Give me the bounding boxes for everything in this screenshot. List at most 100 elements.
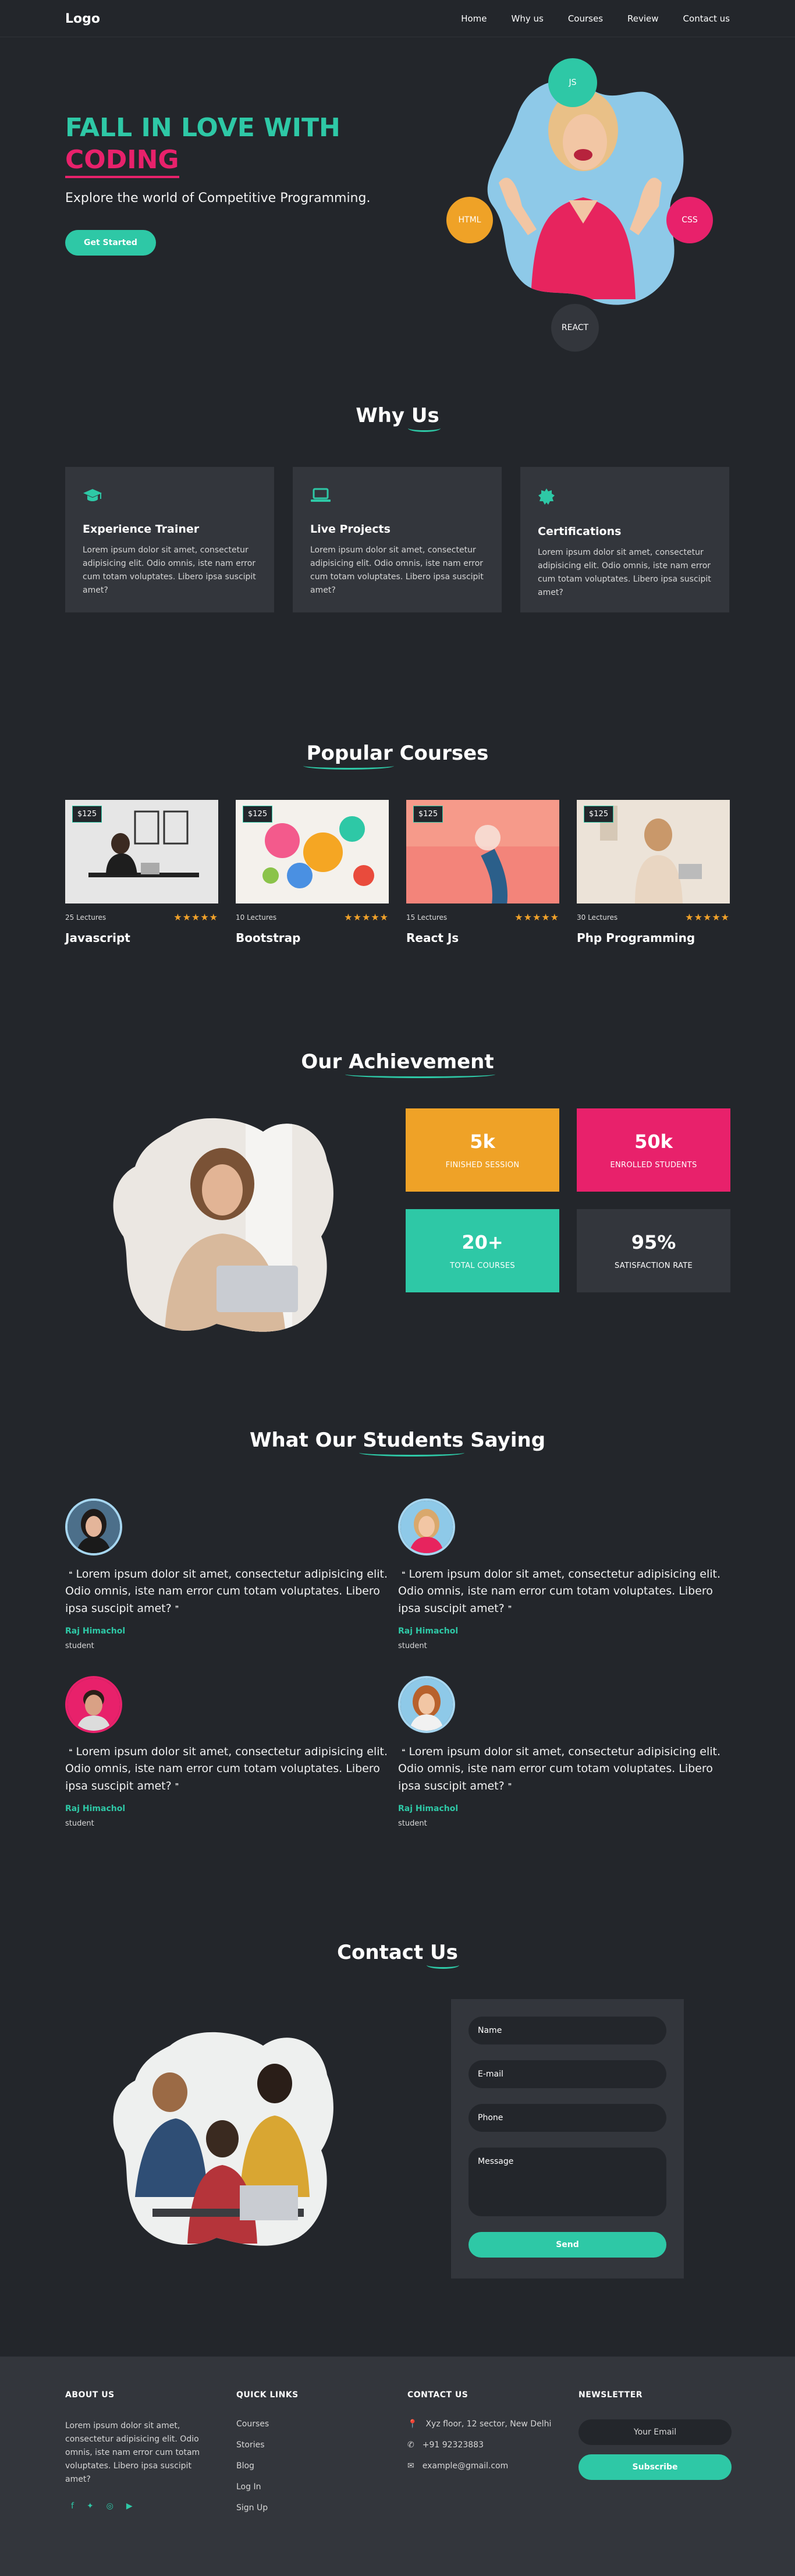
map-pin-icon: 📍 [407, 2419, 418, 2429]
hero-title: Fall in love with [65, 113, 340, 143]
quote-open-icon: ❝ [402, 1748, 406, 1756]
name-input[interactable]: Name [469, 2017, 666, 2044]
testimonial-text: ❝ Lorem ipsum dolor sit amet, consectetur… [65, 1744, 397, 1795]
newsletter-email-input[interactable]: Your Email [578, 2419, 732, 2445]
send-button[interactable]: Send [469, 2232, 666, 2258]
stat-enrolled-students: 50k Enrolled Students [577, 1108, 730, 1192]
course-name: Bootstrap [236, 931, 301, 945]
why-title-part: Why [356, 404, 405, 427]
nav-link-courses[interactable]: Courses [568, 13, 603, 24]
testimonials-title-part: Saying [470, 1429, 546, 1452]
navbar: Logo Home Why us Courses Review Contact … [0, 0, 795, 37]
stat-finished-session: 5k Finished Session [406, 1108, 559, 1192]
site-logo[interactable]: Logo [65, 12, 100, 26]
why-card-text: Lorem ipsum dolor sit amet, consectetur … [538, 548, 711, 598]
courses-section: Popular Courses $125 25 Lectures ★★★★★ J… [0, 701, 795, 1004]
star-rating-icon: ★★★★★ [514, 912, 559, 923]
testimonials-section: What Our Students Saying ❝ Lorem ipsum do… [0, 1394, 795, 1894]
achievement-title: Our Achievement [65, 1050, 730, 1078]
why-cards: Experience Trainer Lorem ipsum dolor sit… [65, 467, 730, 612]
testimonials-grid: ❝ Lorem ipsum dolor sit amet, consectetur… [65, 1498, 730, 1836]
testimonial-card: ❝ Lorem ipsum dolor sit amet, consectetur… [398, 1498, 730, 1659]
footer-link-blog[interactable]: Blog [236, 2461, 407, 2471]
star-rating-icon: ★★★★★ [685, 912, 730, 923]
why-us-section: Why Us Experience Trainer Lorem ipsum do… [0, 352, 795, 701]
course-name: Php Programming [577, 931, 695, 945]
phone-icon: ✆ [407, 2440, 414, 2450]
testimonial-body: Lorem ipsum dolor sit amet, consectetur … [65, 1745, 388, 1792]
footer-newsletter: NEWSLETTER Your Email Subscribe [578, 2390, 732, 2524]
footer-link-courses[interactable]: Courses [236, 2419, 407, 2429]
phone-input[interactable]: Phone [469, 2104, 666, 2132]
youtube-icon[interactable]: ▶ [126, 2501, 133, 2511]
footer-link-signup[interactable]: Sign Up [236, 2503, 407, 2513]
footer-links-list: Courses Stories Blog Log In Sign Up [236, 2419, 407, 2513]
quote-close-icon: ❞ [507, 1604, 512, 1613]
contact-image [100, 2022, 350, 2255]
testimonials-title-highlight: Students [359, 1429, 465, 1457]
courses-title: Popular Courses [65, 742, 730, 770]
why-card-title: Experience Trainer [83, 523, 200, 536]
get-started-button[interactable]: Get Started [65, 229, 156, 256]
twitter-icon[interactable]: ✦ [87, 2501, 94, 2511]
course-price: $125 [72, 806, 102, 823]
course-card-php[interactable]: $125 30 Lectures ★★★★★ Php Programming [577, 800, 730, 945]
contact-title-highlight: Us [427, 1941, 459, 1969]
testimonials-title: What Our Students Saying [65, 1429, 730, 1457]
hero-subtitle: Explore the world of Competitive Program… [65, 190, 371, 205]
hero-section: Fall in love with Coding Explore the wor… [0, 37, 795, 352]
testimonial-name: Raj Himachol [65, 1627, 126, 1636]
footer: ABOUT US Lorem ipsum dolor sit amet, con… [0, 2357, 795, 2576]
hero-text: Fall in love with Coding Explore the wor… [65, 113, 370, 256]
footer-contact-list: 📍 Xyz floor, 12 sector, New Delhi ✆ +91 92… [407, 2419, 578, 2471]
stat-value: 95% [631, 1231, 676, 1253]
quote-open-icon: ❝ [402, 1570, 406, 1579]
why-card-trainer: Experience Trainer Lorem ipsum dolor sit… [65, 467, 274, 612]
course-lectures: 30 Lectures [577, 913, 618, 922]
course-card-react[interactable]: $125 15 Lectures ★★★★★ React Js [406, 800, 559, 945]
achievement-image [100, 1108, 350, 1341]
why-us-title: Why Us [65, 404, 730, 432]
testimonial-card: ❝ Lorem ipsum dolor sit amet, consectetur… [65, 1676, 397, 1836]
facebook-icon[interactable]: f [71, 2501, 74, 2511]
certificate-icon [538, 488, 555, 508]
testimonial-name: Raj Himachol [398, 1627, 459, 1636]
testimonial-text: ❝ Lorem ipsum dolor sit amet, consectetur… [398, 1566, 730, 1617]
stats-grid: 5k Finished Session 50k Enrolled Student… [406, 1108, 730, 1292]
subscribe-button[interactable]: Subscribe [578, 2454, 732, 2480]
course-card-bootstrap[interactable]: $125 10 Lectures ★★★★★ Bootstrap [236, 800, 389, 945]
hero-illustration: JS HTML CSS REACT [429, 55, 732, 352]
course-card-javascript[interactable]: $125 25 Lectures ★★★★★ Javascript [65, 800, 218, 945]
footer-link-login[interactable]: Log In [236, 2482, 407, 2492]
instagram-icon[interactable]: ◎ [107, 2501, 113, 2511]
tech-circle-css: CSS [666, 197, 713, 243]
footer-about: ABOUT US Lorem ipsum dolor sit amet, con… [65, 2390, 236, 2524]
nav-link-review[interactable]: Review [627, 13, 659, 24]
course-meta: 15 Lectures ★★★★★ [406, 912, 559, 923]
course-meta: 10 Lectures ★★★★★ [236, 912, 389, 923]
footer-link-stories[interactable]: Stories [236, 2440, 407, 2450]
nav-link-why-us[interactable]: Why us [512, 13, 544, 24]
footer-contact-title: CONTACT US [407, 2390, 469, 2400]
graduation-cap-icon [83, 489, 102, 505]
course-lectures: 15 Lectures [406, 913, 448, 922]
course-grid: $125 25 Lectures ★★★★★ Javascript $125 1… [65, 800, 730, 945]
why-card-text: Lorem ipsum dolor sit amet, consectetur … [83, 545, 256, 596]
footer-contact: CONTACT US 📍 Xyz floor, 12 sector, New De… [407, 2390, 578, 2524]
testimonials-title-part: What Our [249, 1429, 356, 1452]
star-rating-icon: ★★★★★ [344, 912, 389, 923]
footer-email-text: example@gmail.com [422, 2461, 509, 2471]
nav-link-contact[interactable]: Contact us [683, 13, 730, 24]
testimonial-body: Lorem ipsum dolor sit amet, consectetur … [65, 1568, 388, 1615]
why-card-title: Live Projects [310, 523, 391, 536]
contact-title-part: Contact [337, 1941, 424, 1964]
message-textarea[interactable]: Message [469, 2148, 666, 2216]
why-card-certifications: Certifications Lorem ipsum dolor sit ame… [520, 467, 729, 612]
nav-link-home[interactable]: Home [461, 13, 487, 24]
quote-close-icon: ❞ [175, 1782, 179, 1791]
testimonial-role: student [65, 1642, 94, 1651]
email-input[interactable]: E-mail [469, 2060, 666, 2088]
quote-close-icon: ❞ [175, 1604, 179, 1613]
avatar [65, 1498, 122, 1555]
stat-value: 20+ [462, 1231, 503, 1253]
